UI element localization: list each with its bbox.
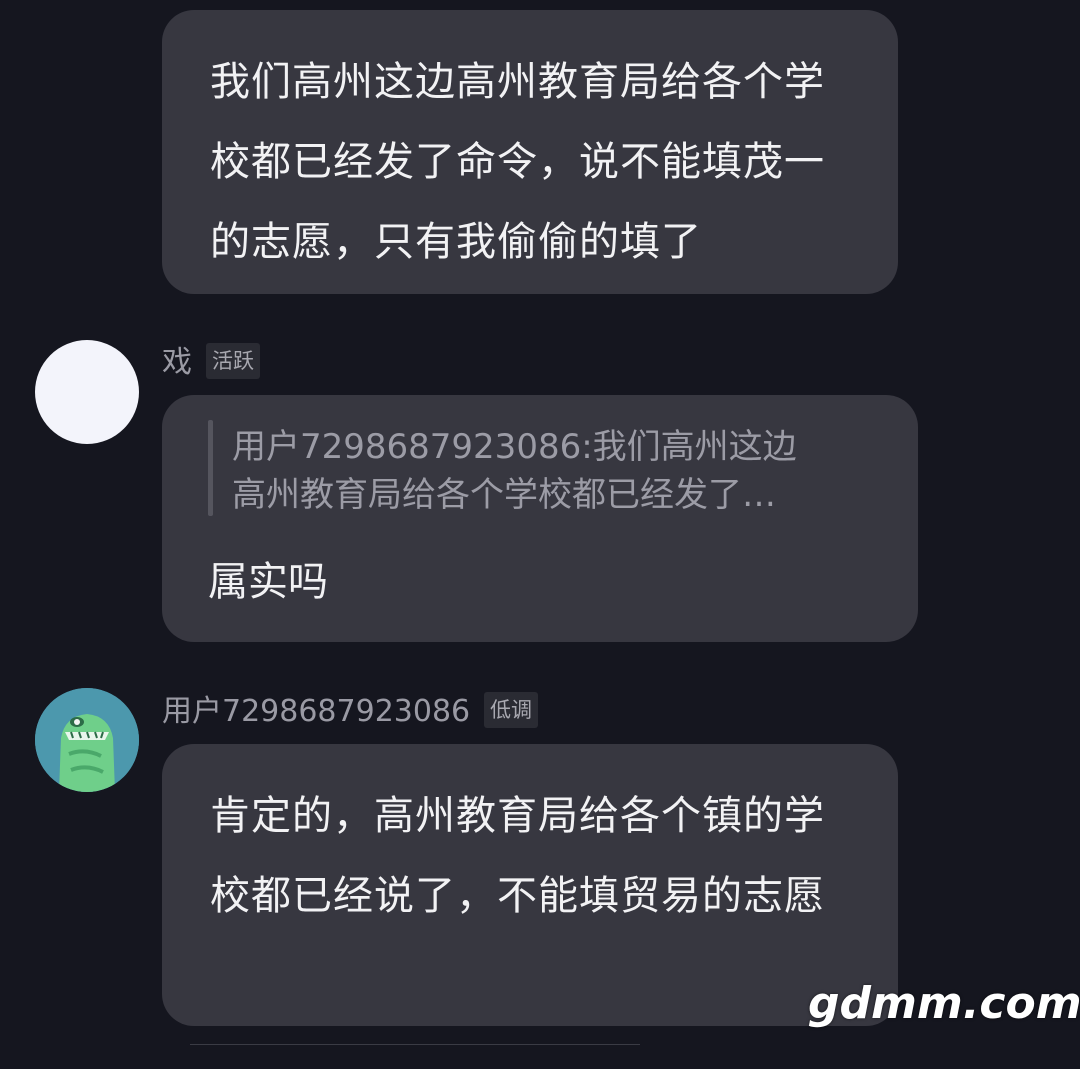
watermark: gdmm.com (808, 978, 1080, 1029)
message-bubble[interactable]: 我们高州这边高州教育局给各个学校都已经发了命令，说不能填茂一的志愿，只有我偷偷的… (162, 10, 898, 294)
message-text: 肯定的，高州教育局给各个镇的学校都已经说了，不能填贸易的志愿 (210, 793, 825, 919)
status-badge: 低调 (484, 692, 538, 728)
message-bubble[interactable]: 用户7298687923086:我们高州这边 高州教育局给各个学校都已经发了… … (162, 395, 918, 642)
message-text: 我们高州这边高州教育局给各个学校都已经发了命令，说不能填茂一的志愿，只有我偷偷的… (210, 59, 825, 265)
green-monster-avatar-icon (35, 688, 139, 792)
message-text: 属实吗 (208, 559, 328, 605)
quoted-message[interactable]: 用户7298687923086:我们高州这边 高州教育局给各个学校都已经发了… (232, 423, 882, 519)
username[interactable]: 戏 (162, 345, 192, 381)
quote-bar (208, 420, 213, 516)
username[interactable]: 用户7298687923086 (162, 694, 470, 730)
quote-line: 用户7298687923086:我们高州这边 (232, 427, 797, 467)
message-bubble[interactable]: 肯定的，高州教育局给各个镇的学校都已经说了，不能填贸易的志愿 (162, 744, 898, 1026)
avatar[interactable] (35, 340, 139, 444)
status-badge: 活跃 (206, 343, 260, 379)
quote-line: 高州教育局给各个学校都已经发了… (232, 475, 776, 515)
avatar[interactable] (35, 688, 139, 792)
divider (190, 1044, 640, 1045)
